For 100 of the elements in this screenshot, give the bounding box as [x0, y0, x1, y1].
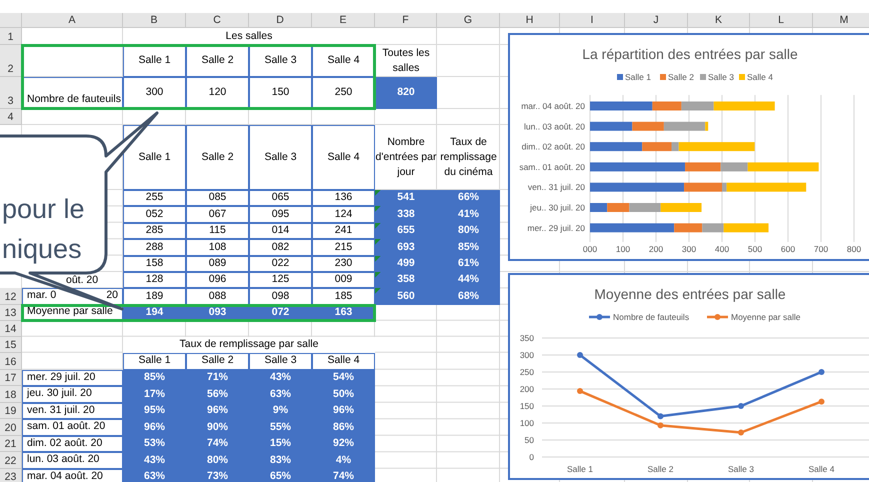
table-cell: 43%: [249, 370, 312, 386]
table-cell: 089: [186, 256, 249, 272]
axis-label: Salle 3: [728, 464, 754, 474]
row-number[interactable]: 16: [0, 352, 22, 370]
table-cell: 9%: [249, 402, 312, 420]
axis-label: Salle 1: [567, 464, 593, 474]
row-label: lun. 03 août. 20: [22, 452, 123, 469]
tick-label: 150: [520, 401, 534, 411]
table-cell: 115: [186, 222, 249, 240]
column-header[interactable]: D: [249, 13, 312, 28]
table-cell: 541: [375, 190, 437, 206]
row-number[interactable]: 1: [0, 28, 22, 45]
table-cell: 55%: [249, 419, 312, 436]
column-header[interactable]: I: [560, 13, 625, 28]
table-cell: 085: [186, 190, 249, 206]
table-cell: 250: [312, 77, 375, 109]
table-cell: 73%: [186, 468, 249, 482]
column-header[interactable]: F: [375, 13, 437, 28]
legend-item: Salle 2: [660, 72, 694, 82]
chart-title: Moyenne des entrées par salle: [594, 286, 786, 302]
table-cell: 082: [249, 239, 312, 256]
row-number[interactable]: 17: [0, 370, 22, 386]
column-heading: Toutes les salles: [381, 46, 431, 76]
row-number[interactable]: 22: [0, 452, 22, 469]
table-cell: 56%: [186, 386, 249, 403]
bar-segment: [660, 203, 702, 212]
row-label: mar. 04 août. 20: [22, 468, 123, 482]
tick-label: 700: [814, 244, 828, 254]
row-number[interactable]: 21: [0, 436, 22, 452]
column-heading: Salle 2: [186, 45, 249, 77]
data-point: [577, 352, 583, 358]
axis-label: sam.. 01 août. 20: [519, 162, 585, 172]
table-cell: 255: [123, 190, 186, 206]
row-label: oût. 20: [65, 272, 100, 288]
legend-label: Salle 4: [747, 72, 774, 82]
table-cell: 80%: [186, 452, 249, 469]
row-number[interactable]: 20: [0, 419, 22, 436]
column-heading: Salle 3: [249, 352, 312, 370]
row-number[interactable]: 4: [0, 109, 22, 125]
table-cell: 53%: [123, 436, 186, 452]
row-number[interactable]: 19: [0, 402, 22, 420]
chart-panel[interactable]: Moyenne des entrées par salle Nombre de fauteuils Moyenne par salle 0 50 100 150 200 250 300 350 Salle 1 Salle 2 Salle 3 Salle 4: [508, 273, 869, 480]
table-cell: 44%: [437, 272, 500, 288]
row-number[interactable]: 12: [0, 288, 22, 305]
column-heading: Taux de remplissage du cinéma: [439, 134, 498, 180]
table-cell: 065: [249, 190, 312, 206]
tick-label: 000: [582, 244, 598, 254]
data-point: [658, 422, 664, 428]
legend-label: Salle 2: [668, 72, 694, 82]
bar-segment: [607, 203, 630, 212]
table-cell: 83%: [249, 452, 312, 469]
table-cell: 693: [375, 239, 437, 256]
chart-title: La répartition des entrées par salle: [582, 46, 798, 62]
callout-text: niques: [2, 233, 82, 265]
table-title: Taux de remplissage par salle: [123, 336, 375, 353]
table-cell: 096: [186, 272, 249, 288]
table-cell: 96%: [186, 402, 249, 420]
row-label: ven. 31 juil. 20: [22, 402, 123, 420]
column-heading: Salle 4: [312, 45, 375, 77]
table-cell: 63%: [249, 386, 312, 403]
table-cell: 61%: [437, 256, 500, 272]
column-header[interactable]: J: [625, 13, 688, 28]
cell-text-fragment: mar. 0: [27, 289, 56, 303]
row-number[interactable]: 2: [0, 45, 22, 77]
data-point: [818, 369, 824, 375]
row-number[interactable]: 14: [0, 320, 22, 337]
column-heading: Salle 4: [312, 125, 375, 190]
column-header[interactable]: G: [437, 13, 500, 28]
column-header[interactable]: E: [312, 13, 375, 28]
legend-item: Nombre de fauteuils: [589, 312, 690, 322]
table-cell: 300: [123, 77, 186, 109]
column-header[interactable]: L: [750, 13, 813, 28]
table-cell: 022: [249, 256, 312, 272]
row-number[interactable]: 23: [0, 468, 22, 482]
legend-label: Moyenne par salle: [731, 312, 801, 322]
row-number[interactable]: 15: [0, 336, 22, 353]
table-cell: 158: [123, 256, 186, 272]
column-header[interactable]: M: [813, 13, 869, 28]
table-cell: 15%: [249, 436, 312, 452]
axis-label: jeu.. 30 juil. 20: [530, 202, 585, 212]
table-cell: 120: [186, 77, 249, 109]
table-cell: 098: [249, 288, 312, 305]
column-header[interactable]: C: [186, 13, 249, 28]
chart-panel[interactable]: [508, 33, 869, 261]
table-cell: 185: [312, 288, 375, 305]
row-number[interactable]: 18: [0, 386, 22, 403]
column-header[interactable]: H: [500, 13, 560, 28]
axis-label: ven.. 31 juil. 20: [528, 182, 585, 192]
table-cell: 009: [312, 272, 375, 288]
table-cell: 68%: [437, 288, 500, 305]
table-cell: 150: [249, 77, 312, 109]
column-header[interactable]: A: [22, 13, 123, 28]
data-point: [738, 403, 744, 409]
column-header[interactable]: B: [123, 13, 186, 28]
table-cell: 74%: [312, 468, 375, 482]
tick-label: 500: [748, 244, 762, 254]
table-cell: 125: [249, 272, 312, 288]
column-header[interactable]: K: [688, 13, 750, 28]
row-number[interactable]: 3: [0, 77, 22, 109]
column-heading: Salle 3: [249, 45, 312, 77]
